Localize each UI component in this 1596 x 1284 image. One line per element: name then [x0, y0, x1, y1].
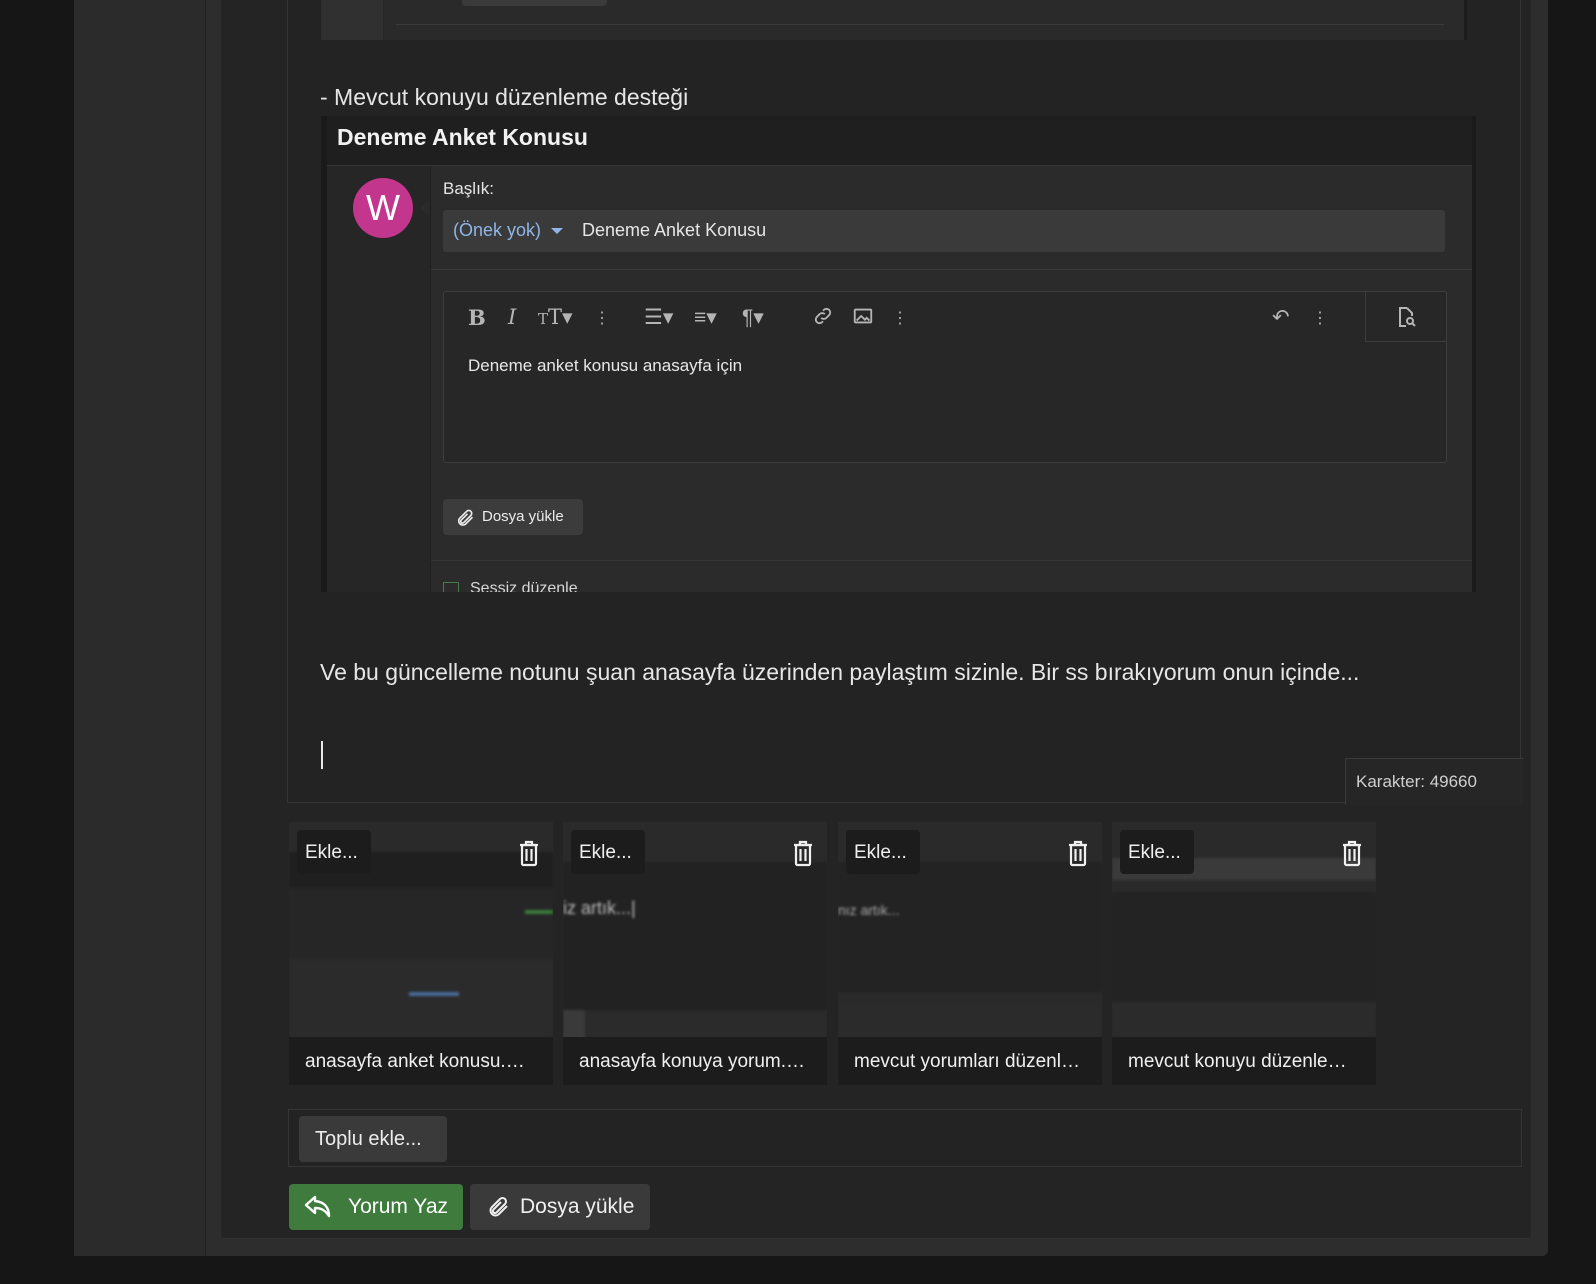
embedded-image-top — [321, 0, 1467, 40]
text-cursor — [321, 741, 323, 769]
attachment-filename: anasayfa konuya yorum.… — [563, 1037, 827, 1085]
link-icon — [812, 305, 834, 333]
shot-rich-text-editor: B I TT▾ ⋮ ☰▾ ≡▾ ¶▾ ⋮ ↶ ⋮ Deneme anket ko… — [443, 291, 1447, 463]
insert-button[interactable]: Ekle... — [571, 830, 645, 874]
left-column — [74, 0, 206, 1256]
trash-icon[interactable] — [791, 838, 815, 868]
paperclip-icon — [457, 509, 474, 526]
silent-edit-checkbox — [443, 582, 459, 592]
bulk-insert-button[interactable]: Toplu ekle... — [299, 1116, 447, 1162]
title-value: Deneme Anket Konusu — [582, 220, 767, 240]
image-sidebar-strip — [321, 0, 384, 40]
reply-icon — [304, 1195, 331, 1218]
shot-upload-button: Dosya yükle — [443, 499, 583, 535]
shot-editor-content: Deneme anket konusu anasayfa için — [468, 356, 743, 375]
avatar-pointer — [420, 200, 429, 216]
trash-icon[interactable] — [1340, 838, 1364, 868]
insert-button[interactable]: Ekle... — [846, 830, 920, 874]
silent-edit-label: Sessiz düzenle — [470, 580, 578, 592]
paragraph-icon: ¶▾ — [742, 306, 764, 329]
attachment-item[interactable]: Ekle... mevcut konuyu düzenle… — [1112, 822, 1376, 1085]
insert-button[interactable]: Ekle... — [1120, 830, 1194, 874]
image-icon — [852, 305, 874, 333]
more-icon: ⋮ — [892, 310, 908, 327]
title-label: Başlık: — [443, 179, 495, 198]
attachment-item[interactable]: iz artık...| Ekle... anasayfa konuya yor… — [563, 822, 827, 1085]
bold-icon: B — [468, 305, 486, 330]
attachment-filename: mevcut konuyu düzenle… — [1112, 1037, 1376, 1085]
italic-icon: I — [508, 305, 517, 329]
image-divider — [396, 24, 1444, 25]
embedded-screenshot: Deneme Anket Konusu W Başlık: (Önek yok)… — [321, 116, 1476, 592]
reply-button[interactable]: Yorum Yaz — [289, 1184, 463, 1230]
avatar: W — [353, 178, 413, 238]
trash-icon[interactable] — [1066, 838, 1090, 868]
more-icon: ⋮ — [594, 310, 610, 327]
paperclip-icon — [489, 1196, 508, 1217]
attachment-item[interactable]: Ekle... anasayfa anket konusu.… — [289, 822, 553, 1085]
shot-thread-title: Deneme Anket Konusu — [337, 124, 588, 150]
title-input: (Önek yok) Deneme Anket Konusu — [443, 210, 1445, 252]
attachment-filename: mevcut yorumları düzenl… — [838, 1037, 1102, 1085]
shot-divider — [431, 269, 1472, 270]
bulk-insert-bar: Toplu ekle... — [288, 1109, 1522, 1167]
shot-divider — [431, 560, 1472, 561]
undo-icon: ↶ — [1272, 306, 1290, 329]
align-icon: ≡▾ — [694, 306, 717, 329]
body-text: Ve bu güncelleme notunu şuan anasayfa üz… — [320, 659, 1360, 685]
attachment-item[interactable]: nız artık... Ekle... mevcut yorumları dü… — [838, 822, 1102, 1085]
image-button-fragment — [462, 0, 607, 6]
preview-toggle — [1365, 292, 1446, 342]
trash-icon[interactable] — [517, 838, 541, 868]
prefix-select: (Önek yok) — [453, 220, 542, 240]
font-size-icon: TT▾ — [538, 305, 573, 329]
insert-button[interactable]: Ekle... — [297, 830, 371, 874]
list-icon: ☰▾ — [644, 306, 674, 329]
attachment-filename: anasayfa anket konusu.… — [289, 1037, 553, 1085]
upload-button[interactable]: Dosya yükle — [470, 1184, 650, 1230]
character-count: Karakter: 49660 — [1345, 758, 1523, 805]
chevron-down-icon — [551, 228, 563, 234]
more-icon: ⋮ — [1312, 310, 1328, 327]
bullet-line: - Mevcut konuyu düzenleme desteği — [320, 84, 689, 110]
shot-upload-label: Dosya yükle — [482, 508, 564, 525]
